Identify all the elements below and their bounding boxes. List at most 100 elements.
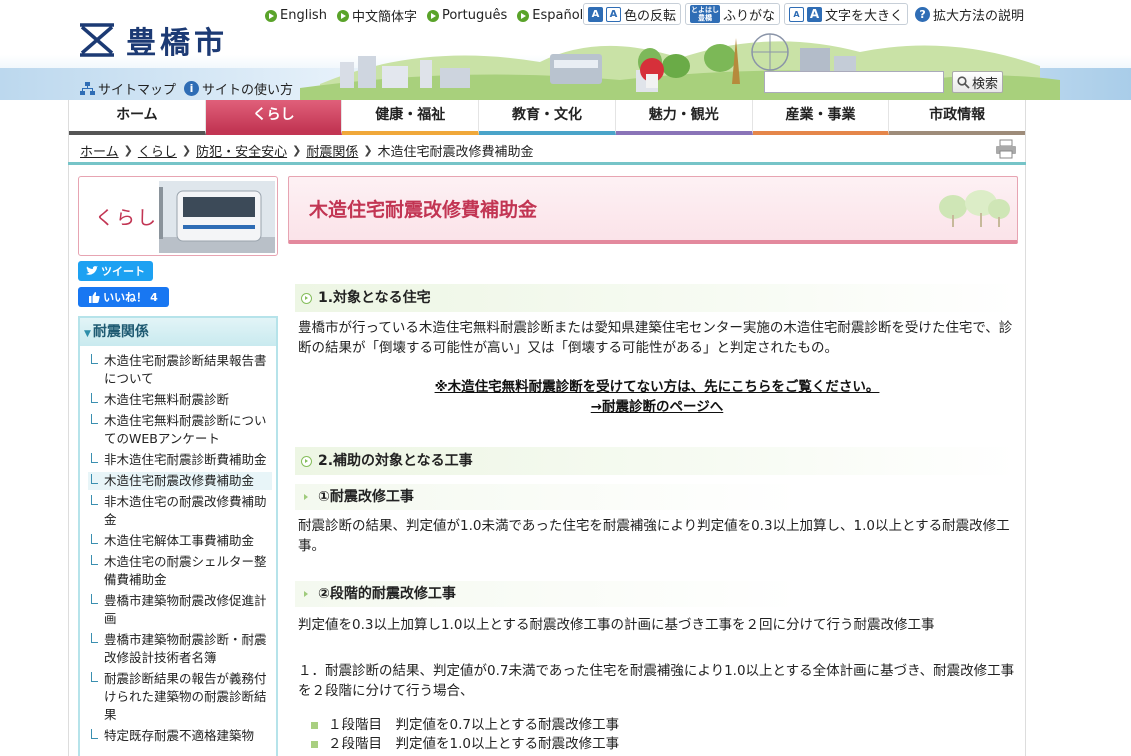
sidebar-item[interactable]: 木造住宅の耐震シェルター整備費補助金 [88, 553, 272, 589]
language-label: Español [532, 8, 584, 23]
like-count: 4 [150, 290, 158, 304]
sidebar-item[interactable]: 非木造住宅耐震診断費補助金 [88, 451, 272, 469]
global-nav: ホーム くらし 健康・福祉 教育・文化 魅力・観光 産業・事業 市政情報 [68, 100, 1026, 135]
breadcrumb: ホーム ❯ くらし ❯ 防犯・安全安心 ❯ 耐震関係 ❯ 木造住宅耐震改修費補助… [80, 141, 534, 160]
site-usage-label: サイトの使い方 [202, 83, 294, 98]
section-heading-target-work: 2.補助の対象となる工事 [295, 447, 1018, 475]
language-links: English 中文簡体字 Português Español [262, 5, 587, 26]
like-label: いいね！ [103, 291, 148, 304]
sidebar-section-header: ▼ 耐震関係 [80, 318, 276, 346]
chevron-right-icon: ❯ [363, 144, 373, 157]
nav-tourism[interactable]: 魅力・観光 [615, 100, 753, 135]
sidebar-item[interactable]: 耐震診断結果の報告が義務付けられた建築物の耐震診断結果 [88, 670, 272, 724]
text-staged-retrofit: 判定値を0.3以上加算し1.0以上とする耐震改修工事の計画に基づき工事を２回に分… [298, 617, 935, 633]
tweet-button[interactable]: ツイート [78, 261, 153, 281]
page-title: 木造住宅耐震改修費補助金 [309, 199, 538, 221]
staged-steps-list: １段階目 判定値を0.7以上とする耐震改修工事 ２段階目 判定値を1.0以上とす… [308, 716, 619, 754]
help-icon: ? [915, 6, 931, 22]
breadcrumb-link-living[interactable]: くらし [138, 141, 177, 160]
sidebar-item[interactable]: 豊橋市建築物耐震診断・耐震改修設計技術者名簿 [88, 631, 272, 667]
arrow-bullet-icon [517, 9, 530, 22]
search-button[interactable]: 検索 [952, 71, 1004, 93]
section-text-target-housing: 豊橋市が行っている木造住宅無料耐震診断または愛知県建築住宅センター実施の木造住宅… [298, 320, 1013, 356]
search-input[interactable] [764, 71, 944, 93]
language-label: 中文簡体字 [351, 10, 417, 25]
text-large-icon: A [807, 6, 823, 22]
chevron-right-icon: ❯ [292, 144, 302, 157]
enlarge-text-button[interactable]: A A 文字を大きく [784, 3, 909, 25]
sitemap-icon [80, 82, 95, 95]
site-usage-link[interactable]: i サイトの使い方 [184, 79, 293, 98]
diagnosis-notice: ※木造住宅無料耐震診断を受けてない方は、先にこちらをご覧ください。 →耐震診断の… [298, 377, 1016, 417]
sidebar-item[interactable]: 木造住宅無料耐震診断についてのWEBアンケート [88, 412, 272, 448]
triangle-down-icon: ▼ [84, 329, 91, 339]
arrow-bullet-icon [336, 9, 349, 22]
enlarge-text-label: 文字を大きく [825, 8, 904, 24]
city-emblem-icon [80, 23, 114, 57]
section-heading-target-housing: 1.対象となる住宅 [295, 284, 1018, 312]
language-link-portuguese[interactable]: Português [423, 7, 511, 24]
sidebar-section-menu: ▼ 耐震関係 木造住宅耐震診断結果報告書について 木造住宅無料耐震診断 木造住宅無… [78, 316, 278, 756]
chevron-right-icon: ❯ [123, 144, 133, 157]
sidebar-item-current[interactable]: 木造住宅耐震改修費補助金 [88, 472, 272, 490]
tram-photo [159, 181, 275, 253]
list-item: ２段階目 判定値を1.0以上とする耐震改修工事 [308, 735, 619, 754]
breadcrumb-current: 木造住宅耐震改修費補助金 [377, 145, 534, 160]
subheading-retrofit-work: ①耐震改修工事 [295, 484, 1018, 510]
facebook-like-button[interactable]: いいね！ 4 [78, 287, 169, 307]
sidebar-item[interactable]: 木造住宅解体工事費補助金 [88, 532, 272, 550]
sidebar-item[interactable]: 非木造住宅の耐震改修費補助金 [88, 493, 272, 529]
furigana-icon-kanji: 豊橋 [698, 14, 713, 22]
subheading-staged-retrofit: ②段階的耐震改修工事 [295, 581, 1018, 607]
nav-city-government[interactable]: 市政情報 [889, 100, 1026, 135]
color-invert-button[interactable]: A A 色の反転 [583, 3, 682, 25]
breadcrumb-link-home[interactable]: ホーム [80, 141, 119, 160]
site-header: 豊橋市 English 中文簡体字 Português Español A A … [0, 0, 1131, 100]
nav-health-welfare[interactable]: 健康・福祉 [342, 100, 480, 135]
site-search: 検索 [764, 71, 1004, 93]
nav-education-culture[interactable]: 教育・文化 [479, 100, 616, 135]
furigana-icon-ruby: とよはし [691, 6, 720, 14]
sitemap-label: サイトマップ [98, 83, 177, 98]
search-icon [957, 75, 970, 89]
furigana-icon: とよはし 豊橋 [690, 5, 721, 23]
arrow-bullet-icon [426, 9, 439, 22]
list-item: １段階目 判定値を0.7以上とする耐震改修工事 [308, 716, 619, 735]
twitter-bird-icon [86, 266, 98, 275]
language-link-english[interactable]: English [262, 7, 330, 24]
thumbs-up-icon [89, 291, 100, 303]
breadcrumb-link-quake[interactable]: 耐震関係 [306, 141, 358, 160]
furigana-button[interactable]: とよはし 豊橋 ふりがな [685, 3, 781, 25]
language-link-chinese[interactable]: 中文簡体字 [333, 5, 420, 26]
print-icon[interactable] [995, 139, 1017, 159]
nav-industry[interactable]: 産業・事業 [752, 100, 890, 135]
sidebar-link-list: 木造住宅耐震診断結果報告書について 木造住宅無料耐震診断 木造住宅無料耐震診断に… [80, 346, 276, 745]
furigana-label: ふりがな [723, 8, 776, 24]
breadcrumb-divider [68, 162, 1026, 165]
color-invert-icon: A [588, 6, 603, 22]
sidebar-item[interactable]: 木造住宅耐震診断結果報告書について [88, 352, 272, 388]
sidebar-item[interactable]: 豊橋市建築物耐震改修促進計画 [88, 592, 272, 628]
sidebar-item[interactable]: 特定既存耐震不適格建築物 [88, 727, 272, 745]
social-buttons: ツイート いいね！ 4 [78, 261, 169, 307]
category-banner-title: くらし [95, 207, 159, 229]
color-invert-icon-alt: A [606, 6, 621, 22]
diagnosis-page-link[interactable]: →耐震診断のページへ [298, 397, 1016, 417]
chevron-right-icon: ❯ [181, 144, 192, 157]
page-title-box: 木造住宅耐震改修費補助金 [288, 176, 1018, 244]
sidebar-section-title: 耐震関係 [92, 324, 149, 340]
language-link-spanish[interactable]: Español [514, 7, 587, 24]
category-banner[interactable]: くらし [78, 176, 278, 256]
city-name: 豊橋市 [126, 26, 228, 61]
city-logo[interactable]: 豊橋市 [78, 18, 228, 62]
sidebar-item[interactable]: 木造住宅無料耐震診断 [88, 391, 272, 409]
nav-home[interactable]: ホーム [69, 100, 206, 135]
nav-living[interactable]: くらし [205, 100, 343, 135]
diagnosis-notice-link[interactable]: ※木造住宅無料耐震診断を受けてない方は、先にこちらをご覧ください。 [298, 377, 1016, 397]
sitemap-link[interactable]: サイトマップ [80, 79, 176, 98]
language-label: English [280, 8, 327, 23]
breadcrumb-link-safety[interactable]: 防犯・安全安心 [196, 141, 287, 160]
zoom-help-link[interactable]: ? 拡大方法の説明 [912, 3, 1028, 25]
trees-decoration [939, 190, 1010, 227]
zoom-help-label: 拡大方法の説明 [933, 8, 1025, 24]
